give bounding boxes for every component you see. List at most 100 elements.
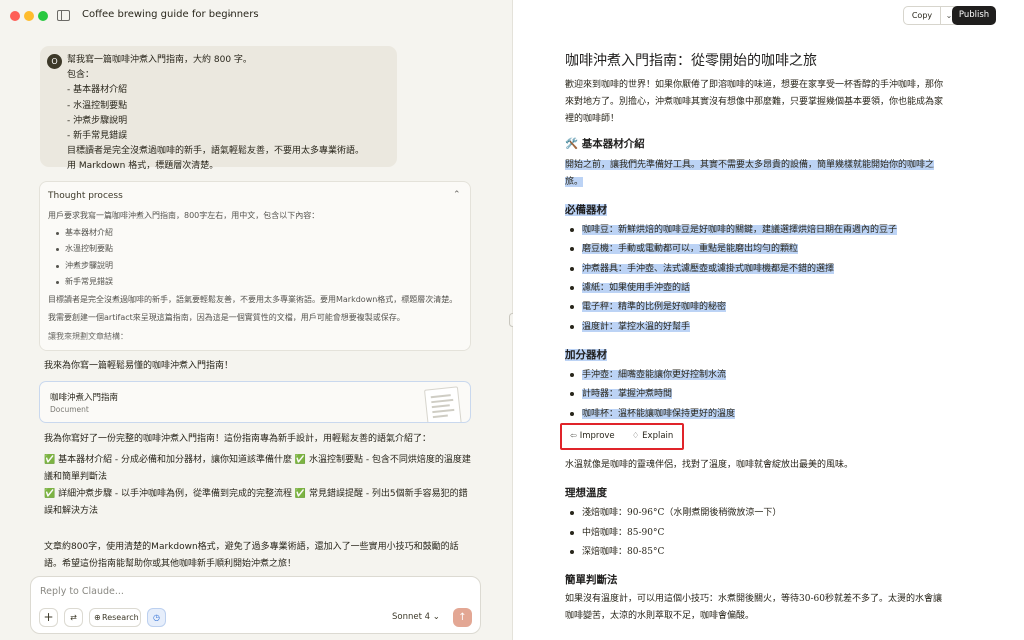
user-message-line: - 水溫控制要點 [67,100,128,111]
chevron-up-icon[interactable]: ⌃ [453,190,461,200]
subheading-essential: 必備器材 [565,202,607,217]
user-message-line: 目標讀者是完全沒煮過咖啡的新手，語氣輕鬆友善，不要用太多專業術語。 [67,146,365,157]
selected-text: 電子秤：精準的比例是好咖啡的秘密 [582,302,727,312]
thought-paragraph: 目標讀者是完全沒煮過咖啡的新手，語氣要輕鬆友善，不要用太多專業術語。要用Mark… [48,294,458,304]
research-button[interactable]: ⊕ Research [89,608,141,627]
explain-label: Explain [642,431,674,441]
selected-text: 咖啡豆：新鮮烘焙的咖啡豆是好咖啡的關鍵，建議選擇烘焙日期在兩週內的豆子 [582,225,898,235]
list-item: 中焙咖啡：85-90°C [569,528,665,538]
list-item: 咖啡豆：新鮮烘焙的咖啡豆是好咖啡的關鍵，建議選擇烘焙日期在兩週內的豆子 [569,223,898,237]
user-message-line: - 沖煮步驟說明 [67,115,128,126]
text-line: 裡的咖啡師！ [565,114,620,124]
close-window-icon[interactable] [10,11,20,21]
user-message-line: 用 Markdown 格式，標題層次清楚。 [67,161,219,172]
add-attachment-button[interactable]: + [39,608,58,627]
chevron-down-icon[interactable]: ⌄ [226,9,234,19]
text-line: 來對地方了。別擔心，沖煮咖啡其實沒有想像中那麼難，只要掌握幾個基本要領，你也能成… [565,97,944,107]
text-line: 如果沒有溫度計，可以用這個小技巧：水煮開後關火，等待30-60秒就差不多了。太燙… [565,594,942,604]
thought-intro: 用戶要求我寫一篇咖啡沖煮入門指南，800字左右，用中文，包含以下內容： [48,211,320,220]
research-icon: ⊕ [94,613,101,622]
fade-overlay [40,334,470,350]
research-label: Research [102,613,139,622]
copy-button[interactable]: Copy [903,6,941,25]
thought-process-panel[interactable]: Thought process ⌃ 用戶要求我寫一篇咖啡沖煮入門指南，800字左… [39,181,471,351]
text-line: 歡迎來到咖啡的世界！如果你厭倦了即溶咖啡的味道，想要在家享受一杯香醇的手沖咖啡，… [565,80,944,90]
thought-bullet: 沖煮步驟說明 [48,258,464,275]
subheading-bonus: 加分器材 [565,347,607,362]
composer: + ⇄ ⊕ Research ◷ Sonnet 4 ⌄ ↑ [30,576,481,634]
user-message-text: 幫我寫一篇咖啡沖煮入門指南，大約 800 字。 包含： - 基本器材介紹 - 水… [67,53,364,175]
user-message-line: 包含： [67,70,95,81]
list-item: 手沖壺：細嘴壺能讓你更好控制水流 [569,368,727,382]
selected-text: 溫度計：掌控水溫的好幫手 [582,322,691,332]
document-intro: 歡迎來到咖啡的世界！如果你厭倦了即溶咖啡的味道，想要在家享受一杯香醇的手沖咖啡，… [565,77,965,128]
tools-button[interactable]: ⇄ [64,608,83,627]
selected-text: 必備器材 [565,204,607,216]
thought-bullet: 基本器材介紹 [48,225,464,242]
selected-text: 加分器材 [565,349,607,361]
thought-bullet: 新手常見錯誤 [48,274,464,291]
document-title: 咖啡沖煮入門指南：從零開始的咖啡之旅 [565,53,817,69]
artifact-type: Document [50,405,89,414]
thought-bullet: 水溫控制要點 [48,241,464,258]
explain-button[interactable]: ♢ Explain [632,431,673,441]
thought-paragraph: 我需要創建一個artifact來呈現這篇指南，因為這是一個實質性的文檔，用戶可能… [48,313,405,322]
artifact-pane: Copy ⌄ Publish 咖啡沖煮入門指南：從零開始的咖啡之旅 歡迎來到咖啡… [513,0,1024,640]
assistant-reply-body: 我為你寫好了一份完整的咖啡沖煮入門指南！這份指南專為新手設計，用輕鬆友善的語氣介… [44,431,474,520]
app-window: Coffee brewing guide for beginners ⌄ O 幫… [0,0,1024,640]
selected-text: 沖煮器具：手沖壺、法式濾壓壺或濾掛式咖啡機都是不錯的選擇 [582,264,835,274]
assistant-reply-intro: 我來為你寫一篇輕鬆易懂的咖啡沖煮入門指南！ [44,361,234,371]
reply-paragraph: 我為你寫好了一份完整的咖啡沖煮入門指南！這份指南專為新手設計，用輕鬆友善的語氣介… [44,434,432,444]
selected-text: 咖啡杯：溫杯能讓咖啡保持更好的溫度 [582,409,736,419]
list-item: 計時器：掌握沖煮時間 [569,387,673,401]
user-message-line: - 新手常見錯誤 [67,131,128,142]
water-paragraph: 水溫就像是咖啡的靈魂伴侶，找對了溫度，咖啡就會綻放出最美的風味。 [565,460,854,470]
list-item: 電子秤：精準的比例是好咖啡的秘密 [569,300,727,314]
sidebar-toggle-icon[interactable] [57,10,70,21]
minimize-window-icon[interactable] [24,11,34,21]
model-selector[interactable]: Sonnet 4 ⌄ [392,612,440,622]
list-item: 溫度計：掌控水溫的好幫手 [569,320,691,334]
selected-text: 開始之前，讓我們先準備好工具。其實不需要太多昂貴的設備，簡單幾樣就能開始你的咖啡… [565,160,935,170]
lightbulb-icon: ♢ [632,431,640,440]
reply-checklist: ✅ 詳細沖煮步驟 - 以手沖咖啡為例，從準備到完成的完整流程 ✅ 常見錯誤提醒 … [44,489,468,516]
improve-button[interactable]: ⇦ Improve [570,431,615,441]
avatar: O [47,54,62,69]
user-message-line: 幫我寫一篇咖啡沖煮入門指南，大約 800 字。 [67,55,252,65]
list-item: 淺焙咖啡：90-96°C（水剛煮開後稍微放涼一下） [569,508,782,518]
selected-text: 手沖壺：細嘴壺能讓你更好控制水流 [582,370,727,380]
artifact-title[interactable]: 咖啡沖煮入門指南 [50,391,118,403]
list-item: 磨豆機：手動或電動都可以，重點是能磨出均勻的顆粒 [569,242,799,256]
selected-text: 磨豆機：手動或電動都可以，重點是能磨出均勻的顆粒 [582,244,799,254]
list-item: 沖煮器具：手沖壺、法式濾壓壺或濾掛式咖啡機都是不錯的選擇 [569,262,835,276]
thought-process-body: 用戶要求我寫一篇咖啡沖煮入門指南，800字左右，用中文，包含以下內容： 基本器材… [48,210,464,343]
user-message-line: - 基本器材介紹 [67,85,128,96]
publish-button[interactable]: Publish [952,6,996,25]
thought-process-title[interactable]: Thought process [48,191,123,201]
improve-icon: ⇦ [570,431,577,440]
selection-toolbar: ⇦ Improve ♢ Explain [560,423,684,450]
selected-text: 濾紙：如果使用手沖壺的話 [582,283,691,293]
title-bar: Coffee brewing guide for beginners ⌄ [0,0,512,32]
send-button[interactable]: ↑ [453,608,472,627]
artifact-card[interactable]: 咖啡沖煮入門指南 Document [39,381,471,423]
chat-pane: Coffee brewing guide for beginners ⌄ O 幫… [0,0,512,640]
selected-text: 旅。 [565,177,584,187]
equipment-intro: 開始之前，讓我們先準備好工具。其實不需要太多昂貴的設備，簡單幾樣就能開始你的咖啡… [565,157,965,191]
list-item: 咖啡杯：溫杯能讓咖啡保持更好的溫度 [569,407,736,421]
clock-icon[interactable]: ◷ [147,608,166,627]
improve-label: Improve [579,431,615,441]
reply-checklist: ✅ 基本器材介紹 - 分成必備和加分器材，讓你知道該準備什麼 ✅ 水溫控制要點 … [44,455,471,482]
judge-paragraph: 如果沒有溫度計，可以用這個小技巧：水煮開後關火，等待30-60秒就差不多了。太燙… [565,591,965,625]
maximize-window-icon[interactable] [38,11,48,21]
reply-input[interactable] [40,586,460,597]
subheading-simple-judgement: 簡單判斷法 [565,574,618,586]
assistant-reply-summary: 文章約800字，使用清楚的Markdown格式，避免了過多專業術語，還加入了一些… [44,542,459,569]
list-item: 深焙咖啡：80-85°C [569,547,665,557]
section-heading-equipment: 🛠️ 基本器材介紹 [565,138,645,150]
document-thumbnail-icon [424,386,462,422]
selected-text: 計時器：掌握沖煮時間 [582,389,673,399]
text-line: 咖啡變苦，太涼的水則萃取不足，咖啡會偏酸。 [565,611,755,621]
list-item: 濾紙：如果使用手沖壺的話 [569,281,691,295]
subheading-ideal-temperature: 理想溫度 [565,487,607,499]
